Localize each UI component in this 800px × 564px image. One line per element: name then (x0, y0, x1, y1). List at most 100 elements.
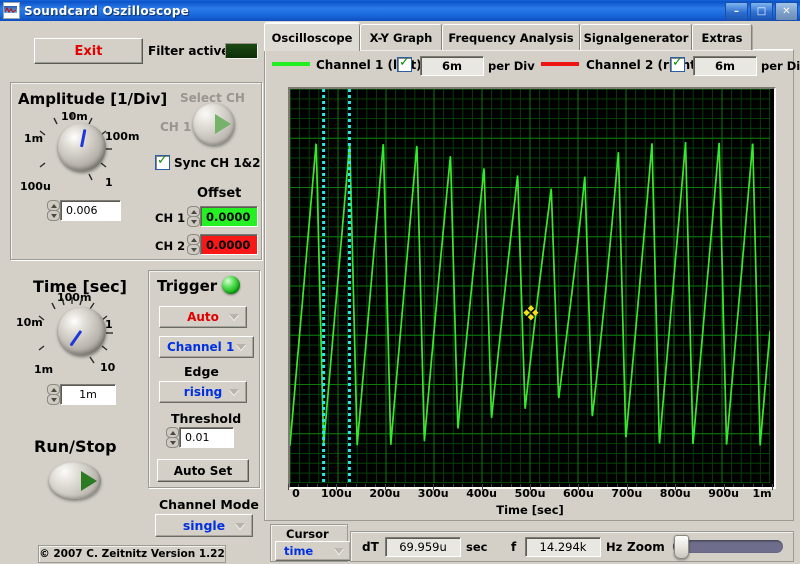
application-window: Soundcard Oszilloscope – □ ✕ Exit Filter… (0, 0, 800, 564)
checkmark-icon: ✓ (672, 55, 683, 70)
channel2-perdiv-label: per Div (761, 59, 800, 73)
threshold-label: Threshold (171, 411, 242, 426)
maximize-icon: □ (756, 5, 767, 17)
threshold-field[interactable]: 0.01 (179, 427, 234, 448)
threshold-spinner[interactable] (166, 427, 179, 448)
minimize-icon: – (734, 5, 739, 17)
offset-ch2-label: CH 2 (155, 239, 186, 253)
zoom-label: Zoom (627, 540, 665, 554)
time-tick-100m: 100m (57, 291, 92, 304)
chevron-down-icon (229, 314, 239, 320)
chevron-down-icon (229, 389, 239, 395)
x-axis-tick-label: 200u (369, 487, 401, 500)
chevron-down-icon (334, 548, 344, 554)
trigger-mode-combo[interactable]: Auto (159, 306, 247, 328)
select-ch-value: CH 1 (160, 120, 192, 134)
cursor-title: Cursor (286, 527, 329, 541)
dt-label: dT (362, 540, 379, 554)
zoom-slider-handle[interactable] (674, 535, 689, 559)
sync-checkbox[interactable]: ✓ (155, 153, 170, 170)
amplitude-tick-100u: 100u (20, 180, 51, 193)
chevron-down-icon (236, 344, 246, 350)
tab-strip: Oscilloscope X-Y Graph Frequency Analysi… (264, 23, 792, 51)
amplitude-knob[interactable] (58, 123, 106, 171)
x-axis-tick-label: 400u (466, 487, 497, 500)
close-icon: ✕ (782, 5, 791, 17)
channel2-perdiv-field[interactable]: 6m (693, 56, 757, 76)
exit-button[interactable]: Exit (34, 38, 143, 64)
tab-xy-graph[interactable]: X-Y Graph (360, 24, 442, 50)
waveform-svg (290, 89, 771, 484)
sync-label: Sync CH 1&2 (174, 156, 261, 170)
x-axis-tick-label: 100u (320, 487, 352, 500)
time-tick-1m: 1m (34, 363, 54, 376)
frequency-field[interactable]: 14.294k (525, 537, 601, 557)
offset-ch1-field[interactable]: 0.0000 (200, 206, 258, 227)
trigger-mode-value: Auto (187, 310, 219, 324)
x-axis-tick-label: 300u (417, 487, 449, 500)
amplitude-tick-1m: 1m (24, 132, 44, 145)
copyright-bar: © 2007 C. Zeitnitz Version 1.22 (38, 545, 226, 563)
x-axis-tick-label: 900u (708, 487, 739, 500)
time-spinner[interactable] (47, 384, 60, 405)
frequency-label: f (511, 540, 517, 554)
dt-field[interactable]: 69.959u (385, 537, 461, 557)
x-axis-tick-label: 1m (752, 487, 772, 500)
autoset-button[interactable]: Auto Set (157, 459, 249, 482)
time-value-field[interactable]: 1m (60, 384, 116, 405)
trigger-edge-combo[interactable]: rising (159, 381, 247, 403)
x-axis-tick-label: 600u (562, 487, 594, 500)
cursor-mode-combo[interactable]: time (275, 541, 351, 561)
checkmark-icon: ✓ (157, 153, 168, 168)
tab-frequency-analysis[interactable]: Frequency Analysis (442, 24, 580, 50)
offset-ch2-field[interactable]: 0.0000 (200, 234, 258, 255)
plot-canvas[interactable] (290, 89, 774, 487)
cursor-mode-value: time (284, 544, 314, 558)
x-axis-tick-label: 700u (611, 487, 643, 500)
trigger-group (148, 270, 260, 488)
frequency-unit-label: Hz (606, 540, 623, 554)
x-axis-labels: 0 100u 200u 300u 400u 500u 600u 700u 800u 900u 1m (288, 487, 772, 503)
amplitude-title: Amplitude [1/Div] (18, 90, 168, 108)
checkmark-icon: ✓ (399, 55, 410, 70)
filter-active-indicator[interactable] (225, 43, 258, 59)
time-tick-10m: 10m (16, 316, 43, 329)
x-axis-tick-label: 500u (514, 487, 546, 500)
close-button[interactable]: ✕ (775, 2, 798, 21)
select-ch-knob[interactable] (193, 103, 235, 145)
channel-mode-combo[interactable]: single (155, 514, 253, 537)
amplitude-value-field[interactable]: 0.006 (60, 200, 121, 221)
maximize-button[interactable]: □ (750, 2, 773, 21)
oscilloscope-plot[interactable] (288, 87, 776, 489)
offset-title: Offset (197, 186, 242, 201)
amplitude-spinner[interactable] (47, 200, 60, 221)
x-axis-tick-label: 800u (659, 487, 691, 500)
offset-ch1-spinner[interactable] (187, 206, 200, 227)
channel1-checkbox[interactable]: ✓ (397, 55, 412, 72)
window-controls: – □ ✕ (725, 2, 798, 21)
channel-mode-label: Channel Mode (159, 497, 259, 512)
channel2-checkbox[interactable]: ✓ (670, 55, 685, 72)
channel1-perdiv-field[interactable]: 6m (420, 56, 484, 76)
minimize-button[interactable]: – (725, 2, 748, 21)
filter-active-label: Filter active (148, 44, 230, 58)
time-tick-10: 10 (100, 361, 116, 374)
amplitude-tick-100m: 100m (105, 130, 140, 143)
chevron-down-icon (235, 522, 245, 529)
tab-signalgenerator[interactable]: Signalgenerator (580, 24, 692, 50)
x-axis-tick-label: 0 (292, 487, 300, 500)
edge-label: Edge (184, 364, 219, 379)
runstop-button[interactable] (49, 462, 101, 499)
trigger-source-value: Channel 1 (167, 340, 235, 354)
tab-extras[interactable]: Extras (692, 24, 752, 50)
time-knob[interactable] (58, 307, 106, 355)
zoom-slider-track[interactable] (673, 540, 783, 553)
window-title: Soundcard Oszilloscope (24, 3, 189, 18)
trigger-source-combo[interactable]: Channel 1 (159, 336, 254, 358)
trigger-edge-value: rising (183, 385, 223, 399)
oscilloscope-icon (3, 2, 20, 19)
offset-ch2-spinner[interactable] (187, 234, 200, 255)
x-axis-tick (772, 484, 773, 490)
tab-oscilloscope[interactable]: Oscilloscope (264, 23, 360, 51)
title-bar: Soundcard Oszilloscope – □ ✕ (0, 0, 800, 21)
